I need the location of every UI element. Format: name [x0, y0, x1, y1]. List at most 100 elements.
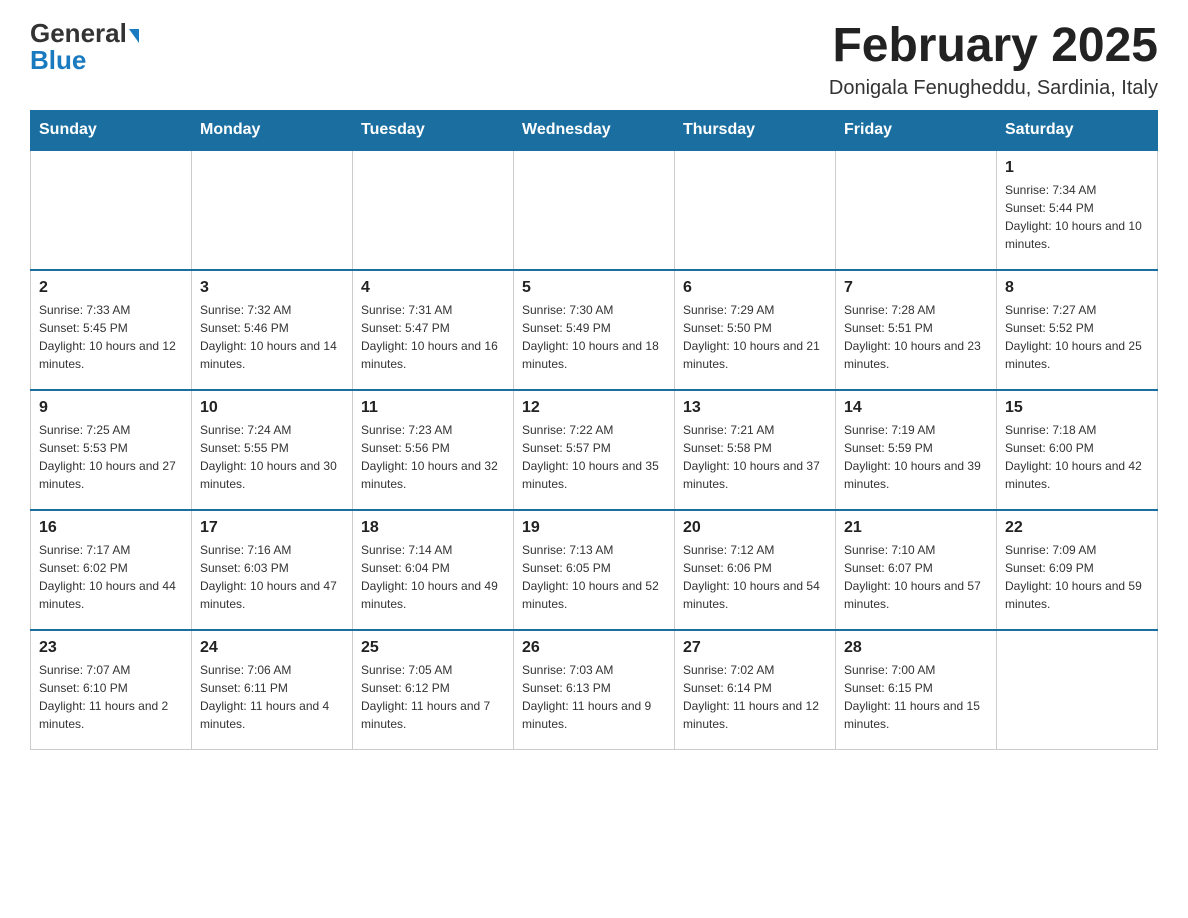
table-row	[192, 150, 353, 270]
day-info: Sunrise: 7:22 AMSunset: 5:57 PMDaylight:…	[522, 421, 666, 493]
calendar-week-row: 9 Sunrise: 7:25 AMSunset: 5:53 PMDaylight…	[31, 390, 1158, 510]
day-info: Sunrise: 7:28 AMSunset: 5:51 PMDaylight:…	[844, 301, 988, 373]
day-number: 22	[1005, 519, 1149, 537]
day-info: Sunrise: 7:32 AMSunset: 5:46 PMDaylight:…	[200, 301, 344, 373]
header-saturday: Saturday	[997, 110, 1158, 150]
calendar-header-row: Sunday Monday Tuesday Wednesday Thursday…	[31, 110, 1158, 150]
day-number: 5	[522, 279, 666, 297]
day-number: 15	[1005, 399, 1149, 417]
day-info: Sunrise: 7:29 AMSunset: 5:50 PMDaylight:…	[683, 301, 827, 373]
table-row: 10Sunrise: 7:24 AMSunset: 5:55 PMDayligh…	[192, 390, 353, 510]
table-row: 4 Sunrise: 7:31 AMSunset: 5:47 PMDaylight…	[353, 270, 514, 390]
table-row: 19 Sunrise: 7:13 AMSunset: 6:05 PMDayligh…	[514, 510, 675, 630]
page-header: General Blue February 2025 Donigala Fenu…	[30, 20, 1158, 100]
header-wednesday: Wednesday	[514, 110, 675, 150]
table-row	[675, 150, 836, 270]
day-info: Sunrise: 7:23 AMSunset: 5:56 PMDaylight:…	[361, 421, 505, 493]
header-sunday: Sunday	[31, 110, 192, 150]
table-row: 8Sunrise: 7:27 AMSunset: 5:52 PMDaylight…	[997, 270, 1158, 390]
day-number: 7	[844, 279, 988, 297]
header-thursday: Thursday	[675, 110, 836, 150]
day-number: 27	[683, 639, 827, 657]
calendar-table: Sunday Monday Tuesday Wednesday Thursday…	[30, 110, 1158, 751]
day-info: Sunrise: 7:21 AMSunset: 5:58 PMDaylight:…	[683, 421, 827, 493]
day-info: Sunrise: 7:07 AMSunset: 6:10 PMDaylight:…	[39, 661, 183, 733]
table-row: 9 Sunrise: 7:25 AMSunset: 5:53 PMDaylight…	[31, 390, 192, 510]
day-info: Sunrise: 7:13 AMSunset: 6:05 PMDaylight:…	[522, 541, 666, 613]
table-row: 18 Sunrise: 7:14 AMSunset: 6:04 PMDayligh…	[353, 510, 514, 630]
table-row: 23 Sunrise: 7:07 AMSunset: 6:10 PMDayligh…	[31, 630, 192, 750]
day-info: Sunrise: 7:25 AMSunset: 5:53 PMDaylight:…	[39, 421, 183, 493]
table-row: 1Sunrise: 7:34 AMSunset: 5:44 PMDaylight…	[997, 150, 1158, 270]
day-info: Sunrise: 7:30 AMSunset: 5:49 PMDaylight:…	[522, 301, 666, 373]
day-number: 3	[200, 279, 344, 297]
table-row: 6 Sunrise: 7:29 AMSunset: 5:50 PMDaylight…	[675, 270, 836, 390]
day-info: Sunrise: 7:00 AMSunset: 6:15 PMDaylight:…	[844, 661, 988, 733]
month-title: February 2025	[829, 20, 1158, 73]
logo-blue-text: Blue	[30, 47, 86, 73]
day-number: 10	[200, 399, 344, 417]
calendar-week-row: 1Sunrise: 7:34 AMSunset: 5:44 PMDaylight…	[31, 150, 1158, 270]
day-info: Sunrise: 7:31 AMSunset: 5:47 PMDaylight:…	[361, 301, 505, 373]
table-row	[514, 150, 675, 270]
day-number: 21	[844, 519, 988, 537]
day-number: 13	[683, 399, 827, 417]
day-number: 12	[522, 399, 666, 417]
calendar-week-row: 23 Sunrise: 7:07 AMSunset: 6:10 PMDayligh…	[31, 630, 1158, 750]
day-info: Sunrise: 7:10 AMSunset: 6:07 PMDaylight:…	[844, 541, 988, 613]
day-number: 4	[361, 279, 505, 297]
day-number: 28	[844, 639, 988, 657]
day-number: 17	[200, 519, 344, 537]
table-row: 14Sunrise: 7:19 AMSunset: 5:59 PMDayligh…	[836, 390, 997, 510]
day-number: 6	[683, 279, 827, 297]
table-row	[353, 150, 514, 270]
table-row: 7 Sunrise: 7:28 AMSunset: 5:51 PMDaylight…	[836, 270, 997, 390]
table-row: 15 Sunrise: 7:18 AMSunset: 6:00 PMDayligh…	[997, 390, 1158, 510]
table-row: 12 Sunrise: 7:22 AMSunset: 5:57 PMDayligh…	[514, 390, 675, 510]
day-number: 23	[39, 639, 183, 657]
table-row: 17Sunrise: 7:16 AMSunset: 6:03 PMDayligh…	[192, 510, 353, 630]
table-row: 16Sunrise: 7:17 AMSunset: 6:02 PMDayligh…	[31, 510, 192, 630]
location-text: Donigala Fenugheddu, Sardinia, Italy	[829, 77, 1158, 100]
day-info: Sunrise: 7:33 AMSunset: 5:45 PMDaylight:…	[39, 301, 183, 373]
day-info: Sunrise: 7:12 AMSunset: 6:06 PMDaylight:…	[683, 541, 827, 613]
day-number: 14	[844, 399, 988, 417]
calendar-week-row: 16Sunrise: 7:17 AMSunset: 6:02 PMDayligh…	[31, 510, 1158, 630]
table-row: 28 Sunrise: 7:00 AMSunset: 6:15 PMDayligh…	[836, 630, 997, 750]
table-row	[997, 630, 1158, 750]
day-info: Sunrise: 7:14 AMSunset: 6:04 PMDaylight:…	[361, 541, 505, 613]
table-row: 25 Sunrise: 7:05 AMSunset: 6:12 PMDayligh…	[353, 630, 514, 750]
day-number: 9	[39, 399, 183, 417]
table-row	[31, 150, 192, 270]
day-info: Sunrise: 7:34 AMSunset: 5:44 PMDaylight:…	[1005, 181, 1149, 253]
header-tuesday: Tuesday	[353, 110, 514, 150]
table-row: 26 Sunrise: 7:03 AMSunset: 6:13 PMDayligh…	[514, 630, 675, 750]
day-number: 2	[39, 279, 183, 297]
table-row	[836, 150, 997, 270]
title-block: February 2025 Donigala Fenugheddu, Sardi…	[829, 20, 1158, 100]
day-info: Sunrise: 7:06 AMSunset: 6:11 PMDaylight:…	[200, 661, 344, 733]
day-number: 24	[200, 639, 344, 657]
header-monday: Monday	[192, 110, 353, 150]
day-info: Sunrise: 7:02 AMSunset: 6:14 PMDaylight:…	[683, 661, 827, 733]
table-row: 27 Sunrise: 7:02 AMSunset: 6:14 PMDayligh…	[675, 630, 836, 750]
day-number: 8	[1005, 279, 1149, 297]
day-info: Sunrise: 7:18 AMSunset: 6:00 PMDaylight:…	[1005, 421, 1149, 493]
table-row: 2 Sunrise: 7:33 AMSunset: 5:45 PMDaylight…	[31, 270, 192, 390]
calendar-week-row: 2 Sunrise: 7:33 AMSunset: 5:45 PMDaylight…	[31, 270, 1158, 390]
day-number: 19	[522, 519, 666, 537]
header-friday: Friday	[836, 110, 997, 150]
day-number: 26	[522, 639, 666, 657]
day-info: Sunrise: 7:03 AMSunset: 6:13 PMDaylight:…	[522, 661, 666, 733]
logo-top: General	[30, 20, 139, 47]
logo-general-text: General	[30, 18, 127, 48]
logo: General Blue	[30, 20, 139, 73]
day-info: Sunrise: 7:05 AMSunset: 6:12 PMDaylight:…	[361, 661, 505, 733]
day-number: 18	[361, 519, 505, 537]
day-number: 25	[361, 639, 505, 657]
table-row: 24 Sunrise: 7:06 AMSunset: 6:11 PMDayligh…	[192, 630, 353, 750]
table-row: 11Sunrise: 7:23 AMSunset: 5:56 PMDayligh…	[353, 390, 514, 510]
table-row: 5 Sunrise: 7:30 AMSunset: 5:49 PMDaylight…	[514, 270, 675, 390]
table-row: 21 Sunrise: 7:10 AMSunset: 6:07 PMDayligh…	[836, 510, 997, 630]
day-info: Sunrise: 7:09 AMSunset: 6:09 PMDaylight:…	[1005, 541, 1149, 613]
